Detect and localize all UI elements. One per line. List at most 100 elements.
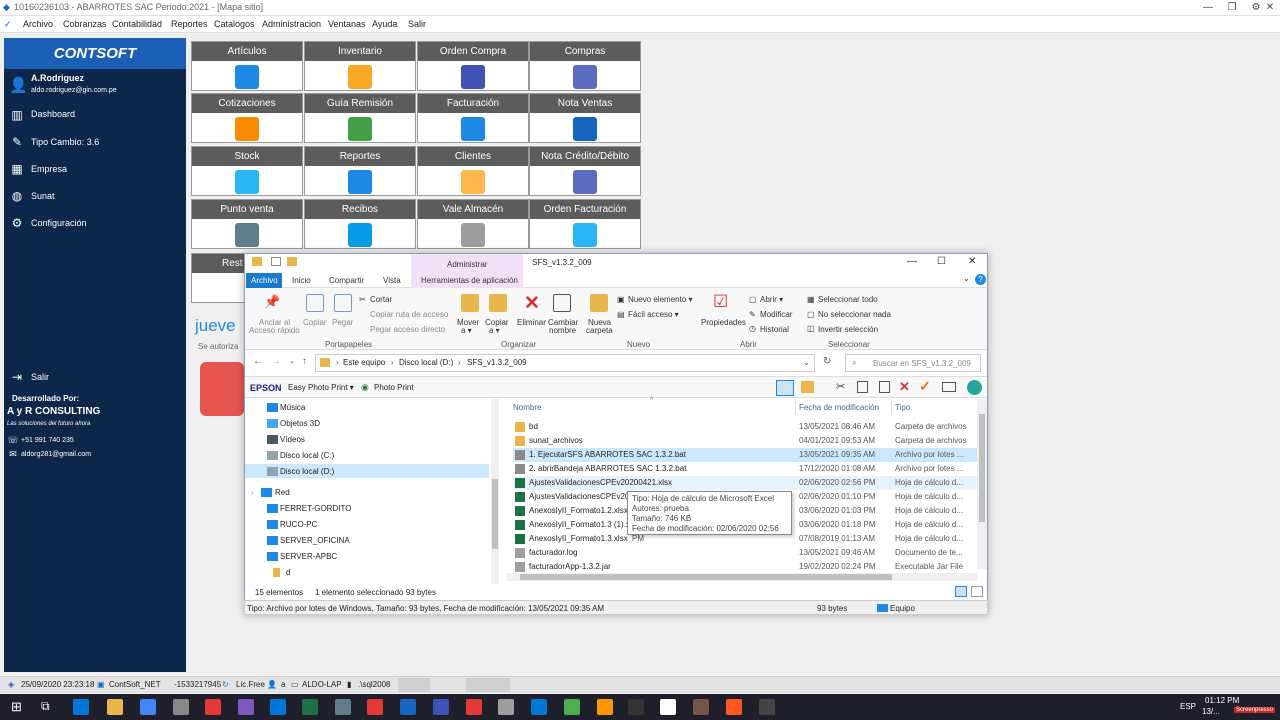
copy-icon[interactable] [857,381,868,393]
tile-6[interactable]: Facturación [417,93,529,143]
nav-musica[interactable]: Música [280,403,305,412]
close-button[interactable]: ✕ [968,256,976,267]
tab-inicio[interactable]: Inicio [292,276,311,285]
column-fecha[interactable]: Fecha de modificación [799,403,879,412]
paste-icon[interactable] [879,381,890,393]
search-box[interactable]: ⌕ Buscar en SFS_v1.3.2_009 [845,354,981,372]
abrir-button[interactable]: Abrir ▾ [760,295,783,304]
rename-icon[interactable] [942,382,956,392]
restore-button[interactable]: ❐ [1220,0,1244,16]
propiedades-button[interactable]: Propiedades [701,318,746,327]
historial-button[interactable]: Historial [760,325,789,334]
path-disco-d[interactable]: Disco local (D:) [399,358,453,367]
close-button[interactable]: ✕ [1258,0,1280,16]
menu-archivo[interactable]: Archivo [23,19,53,29]
sidebar-item-tipo-cambio[interactable]: Tipo Cambio: 3.6 [31,137,99,147]
globe-icon[interactable] [967,380,982,395]
taskbar-app-icon[interactable] [140,699,156,715]
nav-ruco-pc[interactable]: RUCO-PC [280,520,317,529]
refresh-icon[interactable]: ↻ [823,356,831,367]
taskbar-app-icon[interactable] [400,699,416,715]
tile-0[interactable]: Artículos [191,41,303,91]
nav-videos[interactable]: Vídeos [280,435,305,444]
tab-compartir[interactable]: Compartir [329,276,364,285]
taskbar-app-icon[interactable] [302,699,318,715]
nav-disco-c[interactable]: Disco local (C:) [280,451,334,460]
taskbar-app-icon[interactable] [270,699,286,715]
tile-12[interactable]: Punto venta [191,199,303,249]
tile-7[interactable]: Nota Ventas [529,93,641,143]
facil-acceso-button[interactable]: Fácil acceso ▾ [628,310,679,319]
cut-icon[interactable]: ✂ [836,380,845,393]
taskbar-app-icon[interactable] [173,699,189,715]
copiar-button[interactable]: Copiar [303,318,327,327]
file-row[interactable]: 1. EjecutarSFS ABARROTES SAC 1.3.2.bat 13… [513,448,977,462]
folder-options-icon[interactable] [801,381,814,393]
sidebar-item-configuracion[interactable]: Configuración [31,218,87,228]
file-scrollbar-thumb[interactable] [979,414,985,522]
task-view-icon[interactable]: ⧉ [41,699,50,714]
nav-d[interactable]: d [286,568,290,577]
up-icon[interactable]: ↑ [302,356,307,367]
taskbar-app-icon[interactable] [107,699,123,715]
nav-red[interactable]: Red [275,488,290,497]
column-nombre[interactable]: Nombre [513,403,541,412]
taskbar-app-icon[interactable] [205,699,221,715]
taskbar-app-icon[interactable] [335,699,351,715]
minimize-button[interactable]: — [907,256,917,267]
properties-icon[interactable] [271,257,281,266]
tile-5[interactable]: Guía Remisión [304,93,416,143]
taskbar-app-icon[interactable] [433,699,449,715]
nuevo-elemento-button[interactable]: Nuevo elemento ▾ [628,295,693,304]
check-icon[interactable]: ✓ [919,378,931,395]
details-view-icon[interactable] [955,586,967,597]
tab-herramientas[interactable]: Herramientas de aplicación [421,276,518,285]
horizontal-scrollbar-thumb[interactable] [520,574,892,580]
tile-9[interactable]: Reportes [304,146,416,196]
help-icon[interactable]: ? [975,274,986,285]
nav-server-oficina[interactable]: SERVER_OFICINA [280,536,350,545]
copiar-ruta-button[interactable]: Copiar ruta de acceso [370,310,448,319]
photo-print-button[interactable]: Photo Print [374,383,414,392]
path-current[interactable]: SFS_v1.3.2_009 [467,358,527,367]
cortar-button[interactable]: Cortar [370,295,392,304]
menu-catalogos[interactable]: Catalogos [214,19,255,29]
tile-8[interactable]: Stock [191,146,303,196]
seleccionar-todo-button[interactable]: Seleccionar todo [818,295,878,304]
tile-15[interactable]: Orden Facturación [529,199,641,249]
nav-server-apbc[interactable]: SERVER-APBC [280,552,337,561]
sidebar-item-sunat[interactable]: Sunat [31,191,55,201]
menu-salir[interactable]: Salir [408,19,426,29]
address-bar[interactable]: › Este equipo › Disco local (D:) › SFS_v… [315,354,815,372]
column-tipo[interactable]: Tipo [895,403,910,412]
menu-ventanas[interactable]: Ventanas [328,19,366,29]
start-icon[interactable]: ⊞ [11,699,22,715]
taskbar-app-icon[interactable] [660,699,676,715]
modificar-button[interactable]: Modificar [760,310,792,319]
pegar-button[interactable]: Pegar [332,318,353,327]
taskbar-app-icon[interactable] [466,699,482,715]
no-seleccionar-button[interactable]: No seleccionar nada [818,310,891,319]
tile-11[interactable]: Nota Crédito/Débito [529,146,641,196]
taskbar-app-icon[interactable] [531,699,547,715]
taskbar-app-icon[interactable] [726,699,742,715]
file-row[interactable]: bd 13/05/2021 08:46 AM Carpeta de archivos [513,420,977,434]
minimize-button[interactable]: — [1196,0,1220,16]
menu-ayuda[interactable]: Ayuda [372,19,397,29]
tile-14[interactable]: Vale Almacén [417,199,529,249]
taskbar-app-icon[interactable] [238,699,254,715]
layout-icon[interactable] [776,380,794,396]
sidebar-item-empresa[interactable]: Empresa [31,164,67,174]
clock-date[interactable]: 13/... [1202,707,1220,716]
invertir-seleccion-button[interactable]: Invertir selección [818,325,878,334]
path-este-equipo[interactable]: Este equipo [343,358,385,367]
new-folder-icon[interactable] [287,257,297,266]
nav-scrollbar-thumb[interactable] [492,479,498,549]
taskbar-app-icon[interactable] [597,699,613,715]
recent-dropdown-icon[interactable]: ⌄ [289,357,295,365]
nav-ferret-gordito[interactable]: FERRET-GORDITO [280,504,351,513]
taskbar-app-icon[interactable] [73,699,89,715]
tile-2[interactable]: Orden Compra [417,41,529,91]
file-row[interactable]: sunat_archivos 04/01/2021 09:53 AM Carpeta… [513,434,977,448]
file-row[interactable]: facturadorApp-1.3.2.jar 19/02/2020 02:24 … [513,560,977,574]
